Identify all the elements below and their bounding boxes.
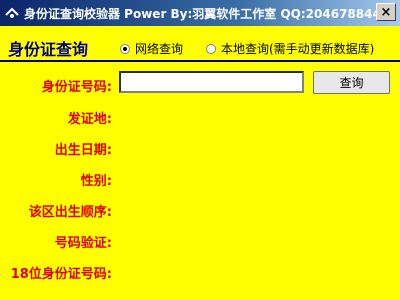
gender-label: 性别: — [80, 174, 112, 189]
radio-online-dot[interactable] — [120, 43, 130, 54]
id-number-input[interactable] — [119, 71, 304, 93]
radio-local-label: 本地查询(需手动更新数据库) — [221, 42, 375, 56]
window-title: 身份证查询校验器 Power By:羽翼软件工作室 QQ:2046788440 — [24, 6, 390, 21]
radio-online-label: 网络查询 — [135, 42, 184, 56]
header-divider — [0, 60, 400, 62]
query-button[interactable]: 查询 — [313, 71, 390, 94]
id-number-label: 身份证号码: — [41, 80, 112, 95]
id18-label: 18位身份证号码: — [10, 267, 112, 282]
app-icon — [4, 5, 20, 21]
radio-online-query[interactable]: 网络查询 — [120, 40, 183, 57]
birth-date-label: 出生日期: — [54, 143, 112, 158]
page-title: 身份证查询 — [8, 40, 89, 59]
number-verify-label: 号码验证: — [54, 236, 112, 251]
close-button[interactable]: × — [376, 3, 396, 21]
title-bar[interactable]: 身份证查询校验器 Power By:羽翼软件工作室 QQ:2046788440 … — [0, 0, 400, 26]
issue-place-label: 发证地: — [67, 112, 112, 127]
app-window: 身份证查询校验器 Power By:羽翼软件工作室 QQ:2046788440 … — [0, 0, 400, 300]
close-icon: × — [380, 4, 392, 20]
radio-local-dot[interactable] — [206, 43, 216, 54]
birth-order-label: 该区出生顺序: — [28, 205, 112, 220]
radio-local-query[interactable]: 本地查询(需手动更新数据库) — [206, 40, 374, 57]
